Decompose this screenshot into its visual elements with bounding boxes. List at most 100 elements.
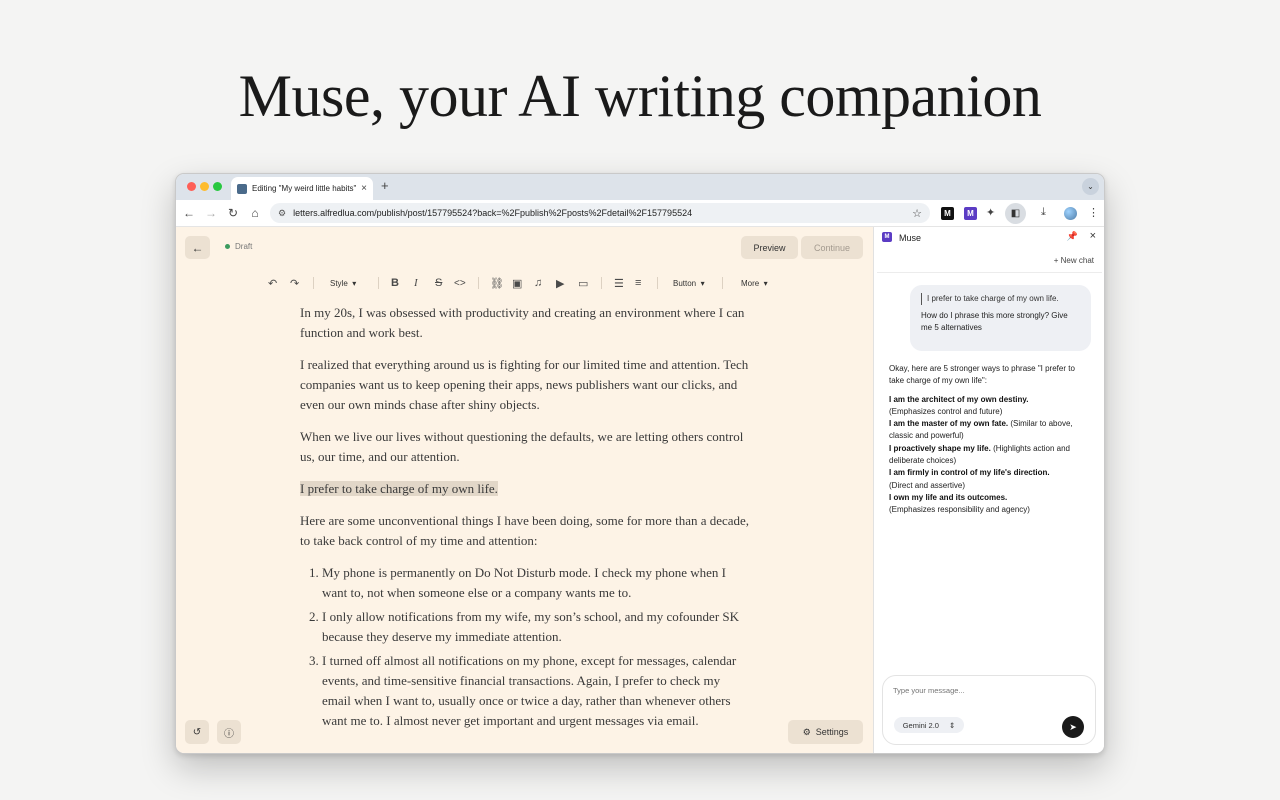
- plus-icon: +: [1053, 256, 1059, 265]
- bookmark-star-icon[interactable]: ☆: [912, 207, 922, 220]
- back-arrow-icon: ←: [191, 240, 204, 255]
- back-arrow-icon[interactable]: ←: [182, 206, 196, 220]
- paragraph[interactable]: When we live our lives without questioni…: [300, 427, 750, 467]
- more-dropdown[interactable]: More ▾: [741, 274, 768, 292]
- browser-menu-icon[interactable]: ⋮: [1088, 206, 1099, 219]
- reply-intro: Okay, here are 5 stronger ways to phrase…: [889, 364, 1075, 386]
- style-dropdown[interactable]: Style ▾: [330, 274, 356, 292]
- url-text[interactable]: letters.alfredlua.com/publish/post/15779…: [293, 208, 905, 218]
- pin-icon[interactable]: 📌: [1067, 231, 1078, 242]
- browser-toolbar: ← → ↻ ⌂ ⚙ letters.alfredlua.com/publish/…: [176, 200, 1104, 227]
- profile-avatar[interactable]: [1064, 207, 1077, 220]
- gear-icon: ⚙: [802, 726, 811, 737]
- back-button[interactable]: ←: [185, 236, 210, 259]
- info-icon: ⓘ: [224, 728, 234, 740]
- alternative-phrase: I own my life and its outcomes.: [889, 492, 1008, 502]
- info-button[interactable]: ⓘ: [217, 720, 241, 744]
- selected-text[interactable]: I prefer to take charge of my own life.: [300, 481, 498, 496]
- close-icon[interactable]: ×: [1090, 230, 1096, 242]
- italic-icon[interactable]: I: [414, 274, 418, 292]
- paragraph[interactable]: Here are some unconventional things I ha…: [300, 511, 750, 551]
- alternative-item: I proactively shape my life. (Highlights…: [889, 443, 1089, 468]
- send-button[interactable]: ➤: [1062, 716, 1084, 738]
- button-dropdown[interactable]: Button ▾: [673, 274, 705, 292]
- alternative-item: I own my life and its outcomes. (Emphasiz…: [889, 492, 1089, 517]
- alternative-note: (Emphasizes responsibility and agency): [889, 505, 1030, 515]
- zoom-window-button[interactable]: [213, 182, 222, 191]
- list-item[interactable]: I only allow notifications from my wife,…: [322, 607, 750, 647]
- alternative-item: I am firmly in control of my life's dire…: [889, 467, 1089, 492]
- quoted-text: I prefer to take charge of my own life.: [921, 293, 1080, 305]
- reload-icon[interactable]: ↻: [226, 206, 240, 220]
- undo-icon[interactable]: ↶: [268, 274, 277, 292]
- tab-strip: Editing "My weird little habits" × + ⌄: [176, 174, 1104, 200]
- alternative-phrase: I am the master of my own fate.: [889, 419, 1009, 429]
- paragraph[interactable]: I realized that everything around us is …: [300, 355, 750, 415]
- message-input[interactable]: [893, 686, 1083, 695]
- history-button[interactable]: ↺: [185, 720, 209, 744]
- highlighted-paragraph[interactable]: I prefer to take charge of my own life.: [300, 479, 750, 499]
- bold-icon[interactable]: B: [391, 274, 399, 292]
- hero-title: Muse, your AI writing companion: [238, 63, 1042, 129]
- alternative-phrase: I am firmly in control of my life's dire…: [889, 468, 1050, 478]
- continue-button[interactable]: Continue: [801, 236, 863, 259]
- link-icon[interactable]: ⛓: [490, 274, 504, 292]
- alternative-note: (Emphasizes control and future): [889, 406, 1003, 416]
- user-message-bubble: I prefer to take charge of my own life. …: [910, 285, 1091, 351]
- site-info-icon[interactable]: ⚙: [278, 208, 286, 219]
- bullet-list-icon[interactable]: ☰: [614, 274, 624, 292]
- medium-extension-icon[interactable]: M: [941, 207, 954, 220]
- alternative-phrase: I am the architect of my own destiny.: [889, 394, 1029, 404]
- muse-side-panel: M Muse 📌 × + New chat I prefer to take c…: [873, 227, 1104, 753]
- minimize-window-button[interactable]: [200, 182, 209, 191]
- favicon-icon: [237, 183, 247, 194]
- paragraph[interactable]: In my 20s, I was obsessed with productiv…: [300, 303, 750, 343]
- tab-close-icon[interactable]: ×: [361, 183, 367, 194]
- model-selector[interactable]: Gemini 2.0 ⇕: [894, 717, 964, 733]
- browser-window: Editing "My weird little habits" × + ⌄ ←…: [175, 173, 1105, 754]
- new-chat-button[interactable]: + New chat: [1054, 256, 1094, 265]
- comment-icon[interactable]: ▭: [578, 274, 588, 292]
- post-body[interactable]: In my 20s, I was obsessed with productiv…: [300, 303, 750, 735]
- code-icon[interactable]: <>: [454, 274, 466, 292]
- image-icon[interactable]: ▣: [512, 274, 522, 292]
- assistant-reply: Okay, here are 5 stronger ways to phrase…: [889, 363, 1089, 517]
- muse-extension-icon[interactable]: M: [964, 207, 977, 220]
- list-item[interactable]: I turned off almost all notifications on…: [322, 651, 750, 731]
- formatting-toolbar: ↶ ↷ Style ▾ B I S <> ⛓ ▣ ♫ ▶ ▭ ☰ ≡ Butto…: [268, 274, 778, 292]
- numbered-list: My phone is permanently on Do Not Distur…: [322, 563, 750, 731]
- close-window-button[interactable]: [187, 182, 196, 191]
- settings-button[interactable]: ⚙ Settings: [788, 720, 863, 744]
- muse-logo: M: [882, 232, 892, 242]
- panel-title: Muse: [899, 233, 922, 243]
- forward-arrow-icon[interactable]: →: [204, 206, 218, 220]
- browser-tab[interactable]: Editing "My weird little habits" ×: [231, 177, 373, 200]
- chevron-updown-icon: ⇕: [948, 720, 956, 730]
- extensions-puzzle-icon[interactable]: ✦: [986, 206, 995, 219]
- button-dropdown-label: Button: [673, 278, 697, 288]
- download-icon[interactable]: ⤓: [1041, 206, 1046, 219]
- strikethrough-icon[interactable]: S: [435, 274, 442, 292]
- panel-header: M Muse 📌 ×: [874, 227, 1104, 249]
- alternative-phrase: I proactively shape my life.: [889, 443, 991, 453]
- redo-icon[interactable]: ↷: [290, 274, 299, 292]
- message-composer: Gemini 2.0 ⇕ ➤: [882, 675, 1096, 745]
- send-icon: ➤: [1069, 721, 1077, 732]
- settings-label: Settings: [815, 727, 849, 737]
- new-tab-button[interactable]: +: [381, 178, 389, 193]
- audio-icon[interactable]: ♫: [534, 274, 542, 292]
- alternative-item: I am the architect of my own destiny. (Em…: [889, 394, 1089, 419]
- divider: [877, 272, 1102, 273]
- style-dropdown-label: Style: [330, 278, 348, 288]
- tab-search-icon[interactable]: ⌄: [1082, 178, 1099, 195]
- address-bar[interactable]: ⚙ letters.alfredlua.com/publish/post/157…: [270, 203, 930, 223]
- tab-title: Editing "My weird little habits": [252, 184, 357, 193]
- side-panel-icon[interactable]: ◧: [1005, 203, 1026, 224]
- post-editor: ← Draft Preview Continue ↶ ↷ Style ▾ B I…: [176, 227, 873, 753]
- preview-button[interactable]: Preview: [741, 236, 798, 259]
- home-icon[interactable]: ⌂: [248, 206, 262, 220]
- numbered-list-icon[interactable]: ≡: [635, 274, 641, 292]
- video-icon[interactable]: ▶: [556, 274, 564, 292]
- draft-status-label: Draft: [235, 242, 253, 251]
- list-item[interactable]: My phone is permanently on Do Not Distur…: [322, 563, 750, 603]
